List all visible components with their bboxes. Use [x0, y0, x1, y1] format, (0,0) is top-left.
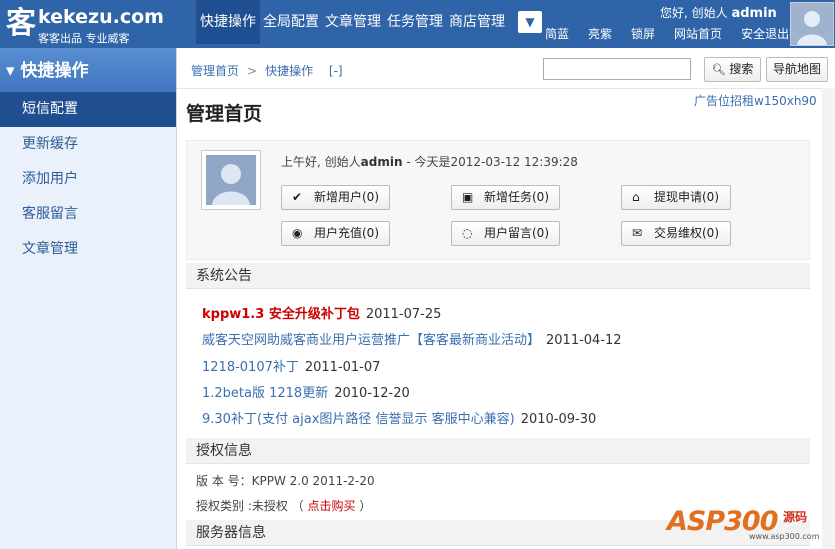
- announcements-header: 系统公告: [186, 263, 810, 289]
- logo-mark: 客: [6, 6, 36, 41]
- header-username: admin: [731, 6, 777, 21]
- watermark-url: www.asp300.com: [749, 532, 820, 541]
- sidebar-item-update-cache[interactable]: 更新缓存: [0, 127, 176, 162]
- breadcrumb-bar: 管理首页 > 快捷操作 [-] 🔍︎ 搜索 导航地图: [177, 48, 835, 89]
- license-type: 授权类别 :未授权 （ 点击购买 ）: [196, 497, 371, 514]
- announcement-link[interactable]: kppw1.3 安全升级补丁包: [202, 307, 360, 322]
- announcement-date: 2010-09-30: [520, 412, 597, 427]
- new-tasks-label: 新增任务(0): [484, 190, 549, 204]
- nav-quick-ops[interactable]: 快捷操作: [196, 0, 260, 44]
- collapse-arrow-icon: ▾: [6, 61, 15, 81]
- list-item: 威客天空网助威客商业用户运营推广【客客最新商业活动】 2011-04-12: [202, 329, 622, 348]
- sidebar: ▾ 快捷操作 短信配置 更新缓存 添加用户 客服留言 文章管理: [0, 48, 177, 549]
- trade-disputes-button[interactable]: ✉ 交易维权(0): [621, 221, 731, 246]
- header-links: 简蓝 亮紫 锁屏 网站首页 安全退出: [545, 25, 808, 42]
- withdraw-requests-button[interactable]: ⌂ 提现申请(0): [621, 185, 731, 210]
- sidebar-title-label: 快捷操作: [20, 61, 89, 81]
- logout-link[interactable]: 安全退出: [741, 25, 789, 42]
- welcome-date: - 今天是2012-03-12 12:39:28: [402, 155, 578, 169]
- comment-icon: ◌: [462, 226, 473, 240]
- list-item: 1218-0107补丁 2011-01-07: [202, 356, 380, 375]
- home-icon: ⌂: [632, 190, 640, 204]
- buy-link[interactable]: 点击购买: [308, 499, 356, 513]
- rss-icon: ◉: [292, 226, 303, 240]
- user-messages-label: 用户留言(0): [484, 226, 549, 240]
- avatar: [201, 150, 261, 210]
- logo-text: kekezu.com: [38, 6, 164, 28]
- top-header: 客 kekezu.com 客客出品 专业威客 快捷操作 全局配置 文章管理 任务…: [0, 0, 835, 48]
- logo-slogan: 客客出品 专业威客: [38, 32, 130, 45]
- announcement-link[interactable]: 1218-0107补丁: [202, 360, 299, 375]
- breadcrumb-current[interactable]: 快捷操作: [265, 64, 313, 78]
- welcome-panel: 上午好, 创始人admin - 今天是2012-03-12 12:39:28 ✔…: [186, 140, 810, 260]
- breadcrumb: 管理首页 > 快捷操作 [-]: [191, 62, 343, 79]
- list-item: 9.30补丁(支付 ajax图片路径 信誉显示 客服中心兼容) 2010-09-3…: [202, 408, 596, 427]
- sidebar-title[interactable]: ▾ 快捷操作: [0, 48, 176, 92]
- header-avatar[interactable]: [790, 2, 834, 46]
- withdraw-requests-label: 提现申请(0): [654, 190, 719, 204]
- lock-screen-link[interactable]: 锁屏: [631, 25, 655, 42]
- sidebar-item-sms-config[interactable]: 短信配置: [0, 92, 176, 127]
- announcement-date: 2010-12-20: [334, 386, 410, 401]
- breadcrumb-separator: >: [247, 64, 258, 78]
- announcement-date: 2011-07-25: [365, 307, 442, 322]
- user-greeting: 您好, 创始人 admin: [660, 4, 777, 21]
- user-recharge-label: 用户充值(0): [314, 226, 379, 240]
- greeting-text: 您好, 创始人: [660, 6, 728, 20]
- license-header: 授权信息: [186, 438, 810, 464]
- user-silhouette-icon: [791, 3, 833, 45]
- sidebar-item-support-messages[interactable]: 客服留言: [0, 197, 176, 232]
- nav-article-manage[interactable]: 文章管理: [322, 0, 384, 44]
- search-button[interactable]: 🔍︎ 搜索: [704, 57, 761, 82]
- announcement-link[interactable]: 1.2beta版 1218更新: [202, 386, 328, 401]
- user-recharge-button[interactable]: ◉ 用户充值(0): [281, 221, 390, 246]
- theme-purple-link[interactable]: 亮紫: [588, 25, 612, 42]
- license-type-text: 授权类别 :未授权 （: [196, 499, 304, 513]
- breadcrumb-home[interactable]: 管理首页: [191, 64, 239, 78]
- trade-disputes-label: 交易维权(0): [654, 226, 719, 240]
- nav-shop-manage[interactable]: 商店管理: [446, 0, 508, 44]
- new-users-button[interactable]: ✔ 新增用户(0): [281, 185, 390, 210]
- license-version: 版 本 号：KPPW 2.0 2011-2-20: [196, 474, 375, 488]
- nav-task-manage[interactable]: 任务管理: [384, 0, 446, 44]
- search-icon: 🔍︎: [711, 63, 726, 76]
- nav-global-config[interactable]: 全局配置: [260, 0, 322, 44]
- welcome-message: 上午好, 创始人admin - 今天是2012-03-12 12:39:28: [281, 153, 578, 170]
- theme-blue-link[interactable]: 简蓝: [545, 25, 569, 42]
- check-icon: ✔: [292, 190, 303, 204]
- welcome-username: admin: [360, 155, 403, 169]
- user-silhouette-icon: [206, 155, 256, 205]
- page-title: 管理首页: [186, 103, 263, 125]
- new-tasks-button[interactable]: ▣ 新增任务(0): [451, 185, 560, 210]
- ad-placeholder[interactable]: 广告位招租w150xh90: [694, 92, 817, 109]
- watermark-logo: ASP300 源码 www.asp300.com: [663, 494, 833, 546]
- list-item: kppw1.3 安全升级补丁包 2011-07-25: [202, 303, 441, 322]
- site-home-link[interactable]: 网站首页: [674, 25, 722, 42]
- watermark-sub: 源码: [783, 510, 808, 524]
- scrollbar[interactable]: [822, 88, 835, 549]
- license-type-close: ）: [359, 499, 372, 513]
- announcement-date: 2011-01-07: [304, 360, 381, 375]
- search-button-label: 搜索: [729, 62, 754, 76]
- sitemap-button[interactable]: 导航地图: [766, 57, 828, 82]
- announcement-date: 2011-04-12: [546, 333, 622, 348]
- search-input[interactable]: [543, 58, 691, 80]
- sidebar-item-article-manage[interactable]: 文章管理: [0, 232, 176, 267]
- sidebar-item-add-user[interactable]: 添加用户: [0, 162, 176, 197]
- list-item: 1.2beta版 1218更新 2010-12-20: [202, 382, 410, 401]
- mail-icon: ✉: [632, 226, 643, 240]
- new-users-label: 新增用户(0): [314, 190, 379, 204]
- nav-more-dropdown-icon[interactable]: ▼: [518, 11, 542, 33]
- announcement-link[interactable]: 9.30补丁(支付 ajax图片路径 信誉显示 客服中心兼容): [202, 412, 515, 427]
- task-icon: ▣: [462, 190, 474, 204]
- collapse-toggle[interactable]: [-]: [329, 64, 343, 78]
- welcome-greeting: 上午好, 创始人: [281, 155, 361, 169]
- logo[interactable]: 客 kekezu.com 客客出品 专业威客: [4, 2, 194, 46]
- user-messages-button[interactable]: ◌ 用户留言(0): [451, 221, 560, 246]
- announcement-link[interactable]: 威客天空网助威客商业用户运营推广【客客最新商业活动】: [202, 333, 540, 348]
- top-nav: 快捷操作 全局配置 文章管理 任务管理 商店管理 ▼: [196, 0, 542, 48]
